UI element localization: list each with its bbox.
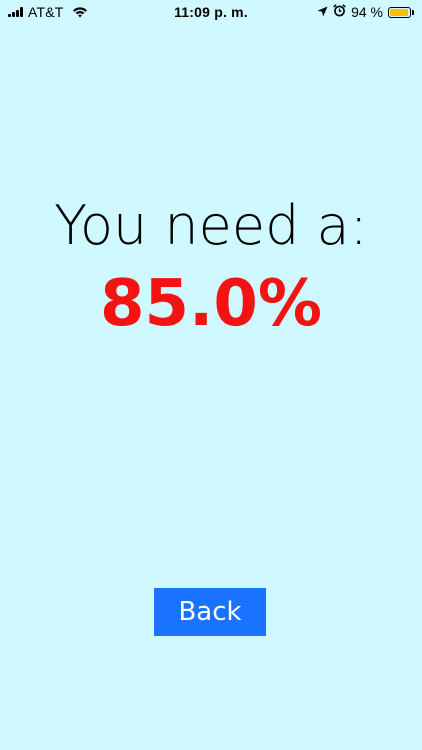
battery-icon [388,6,414,18]
battery-percent: 94 % [351,4,383,20]
location-arrow-icon [317,0,328,24]
headline: You need a: [54,194,368,257]
required-grade-value: 85.0% [99,267,323,341]
back-button[interactable]: Back [154,588,266,636]
alarm-clock-icon [333,0,346,24]
status-right: 94 % [317,0,414,24]
status-bar: AT&T 11:09 p. m. 94 % [0,0,422,24]
